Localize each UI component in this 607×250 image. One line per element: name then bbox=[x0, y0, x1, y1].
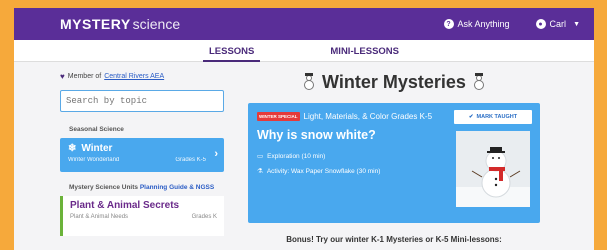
user-menu[interactable]: ● Carl ▼ bbox=[535, 19, 580, 29]
seasonal-section-title: Seasonal Science bbox=[69, 126, 124, 133]
exploration-label: Exploration (10 min) bbox=[267, 152, 326, 160]
logo-bold-text: MYSTERY bbox=[60, 16, 131, 32]
activity-label: Activity: Wax Paper Snowflake (30 min) bbox=[266, 167, 381, 175]
chevron-down-icon: ▼ bbox=[573, 20, 580, 28]
mark-taught-label: MARK TAUGHT bbox=[476, 114, 518, 120]
winter-card-subtitle: Winter Wonderland bbox=[68, 157, 120, 163]
flask-icon: ⚗ bbox=[257, 168, 263, 175]
mystery-card[interactable]: WINTER SPECIAL Light, Materials, & Color… bbox=[248, 103, 540, 223]
page-title-text: Winter Mysteries bbox=[322, 72, 466, 92]
ask-anything-button[interactable]: ? Ask Anything bbox=[443, 19, 510, 29]
search-input[interactable] bbox=[60, 90, 224, 112]
tab-bar: LESSONS MINI-LESSONS bbox=[14, 40, 594, 62]
membership-line: ♥ Member of Central Rivers AEA bbox=[60, 72, 228, 81]
planning-guide-link[interactable]: Planning Guide & NGSS bbox=[140, 184, 214, 191]
snowman-icon bbox=[302, 72, 316, 91]
main-content: Winter Mysteries WINTER SPECIAL Light, M… bbox=[248, 72, 540, 244]
units-title: Mystery Science Units bbox=[69, 184, 139, 191]
units-section-title: Mystery Science Units Planning Guide & N… bbox=[69, 184, 228, 191]
snowman-icon bbox=[472, 72, 486, 91]
heart-icon: ♥ bbox=[60, 72, 65, 81]
mark-taught-button[interactable]: ✔ MARK TAUGHT bbox=[454, 110, 532, 124]
unit-card-subtitle: Plant & Animal Needs bbox=[70, 214, 129, 220]
question-icon: ? bbox=[443, 19, 454, 29]
tab-lessons[interactable]: LESSONS bbox=[202, 40, 261, 62]
snowflake-icon: ❄ bbox=[68, 143, 77, 154]
tab-mini-lessons[interactable]: MINI-LESSONS bbox=[330, 40, 399, 62]
chevron-right-icon: › bbox=[214, 148, 218, 160]
user-icon: ● bbox=[535, 19, 546, 29]
top-navbar: MYSTERY science ? Ask Anything ● Carl ▼ bbox=[14, 8, 594, 40]
logo[interactable]: MYSTERY science bbox=[60, 16, 180, 32]
bonus-text: Bonus! Try our winter K-1 Mysteries or K… bbox=[286, 235, 502, 244]
chat-bubble-icon: ▭ bbox=[257, 153, 264, 160]
member-org-link[interactable]: Central Rivers AEA bbox=[104, 73, 164, 80]
snowman-photo bbox=[456, 131, 530, 207]
app-window: MYSTERY science ? Ask Anything ● Carl ▼ … bbox=[14, 8, 594, 250]
sidebar-item-plant-animal-secrets[interactable]: Plant & Animal Secrets Plant & Animal Ne… bbox=[60, 196, 224, 236]
winter-card-grades: Grades K-5 bbox=[175, 157, 206, 163]
winter-special-badge: WINTER SPECIAL bbox=[257, 112, 300, 121]
mystery-card-tagline: Light, Materials, & Color Grades K-5 bbox=[303, 112, 433, 121]
user-name: Carl bbox=[549, 19, 567, 29]
page-title: Winter Mysteries bbox=[248, 72, 540, 93]
checkmark-icon: ✔ bbox=[468, 114, 474, 120]
sidebar-item-winter[interactable]: ❄ Winter Winter Wonderland Grades K-5 › bbox=[60, 138, 224, 172]
sidebar: ♥ Member of Central Rivers AEA Seasonal … bbox=[60, 72, 228, 236]
member-prefix: Member of bbox=[67, 73, 102, 80]
ask-anything-label: Ask Anything bbox=[457, 19, 510, 29]
logo-light-text: science bbox=[132, 16, 181, 32]
winter-card-title: Winter bbox=[81, 143, 113, 154]
unit-card-grades: Grades K bbox=[191, 214, 217, 220]
unit-card-title: Plant & Animal Secrets bbox=[70, 200, 180, 211]
